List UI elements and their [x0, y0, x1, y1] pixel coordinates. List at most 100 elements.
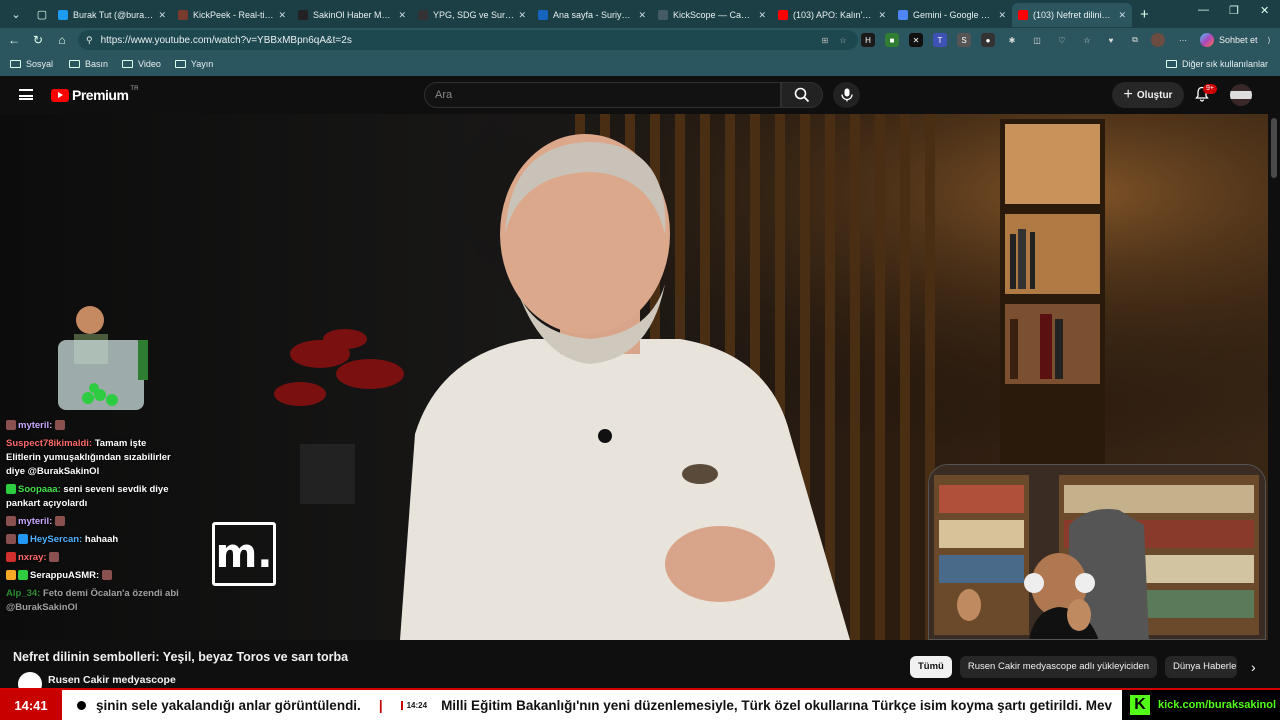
copilot-chat-button[interactable]: Sohbet et	[1200, 33, 1258, 47]
tab-close-icon[interactable]: ✕	[398, 10, 406, 21]
microphone-icon	[840, 88, 853, 102]
tab-title: Gemini - Google Yapay	[913, 10, 994, 20]
notification-badge: 9+	[1203, 84, 1217, 94]
reload-icon[interactable]: ↻	[26, 33, 50, 47]
scrollbar-thumb[interactable]	[1271, 118, 1277, 178]
page-scrollbar[interactable]	[1268, 114, 1280, 684]
bookmark-folder-video[interactable]: Video	[122, 59, 161, 69]
extension-h-icon[interactable]: H	[861, 33, 875, 47]
browser-tab[interactable]: Ana sayfa - Suriye Arap✕	[532, 3, 652, 27]
url-field[interactable]: ⚲ https://www.youtube.com/watch?v=YBBxMB…	[78, 30, 858, 50]
tab-close-icon[interactable]: ✕	[158, 10, 166, 21]
more-menu-icon[interactable]: ⋯	[1176, 33, 1190, 47]
tab-favicon-icon	[898, 10, 908, 20]
webcam-scene	[929, 465, 1265, 639]
youtube-logo[interactable]: Premium TR	[51, 86, 138, 103]
restore-icon[interactable]: ❐	[1229, 4, 1239, 17]
chip-world-news[interactable]: Dünya Haberleri	[1164, 656, 1237, 678]
other-bookmarks-label: Diğer sık kullanılanlar	[1181, 59, 1268, 69]
chip-all[interactable]: Tümü	[910, 656, 952, 678]
browser-tab[interactable]: KickPeek - Real-time UI✕	[172, 3, 292, 27]
browser-tab[interactable]: SakinOl Haber Merkezi✕	[292, 3, 412, 27]
bookmark-label: Yayın	[190, 59, 214, 69]
tab-close-icon[interactable]: ✕	[878, 10, 886, 21]
folder-icon	[69, 60, 81, 68]
tab-close-icon[interactable]: ✕	[998, 10, 1006, 21]
search-icon	[794, 87, 810, 103]
chat-emote-icon	[54, 420, 65, 431]
extension-dot-icon[interactable]: ●	[981, 33, 995, 47]
folder-icon	[174, 60, 186, 68]
site-info-icon[interactable]: ⚲	[86, 35, 93, 46]
search-button[interactable]	[781, 82, 823, 108]
extension-green-icon[interactable]: ■	[885, 33, 899, 47]
browser-tab[interactable]: Gemini - Google Yapay ✕	[892, 3, 1012, 27]
ticker-separator: |	[378, 697, 383, 713]
tab-close-icon[interactable]: ✕	[518, 10, 526, 21]
browser-tab[interactable]: YPG, SDG ve Suriye Sav✕	[412, 3, 532, 27]
split-screen-icon[interactable]: ◫	[1030, 33, 1044, 47]
chat-emote-icon	[49, 552, 60, 563]
folder-icon	[122, 60, 134, 68]
account-avatar[interactable]	[1230, 84, 1252, 106]
minimize-icon[interactable]: —	[1198, 4, 1209, 16]
browser-essentials-icon[interactable]: ♡	[1055, 33, 1069, 47]
tab-close-icon[interactable]: ✕	[1118, 10, 1126, 21]
extension-translate-icon[interactable]: T	[933, 33, 947, 47]
video-player[interactable]: m. myteril: Suspect78ikimaldi: Tamam işt…	[0, 114, 1268, 640]
chat-message: myteril:	[6, 419, 181, 433]
browser-tab[interactable]: KickScope — Canlı İzle ✕	[652, 3, 772, 27]
tab-favicon-icon	[538, 10, 548, 20]
ticker-clock: 14:41	[0, 690, 62, 720]
tab-close-icon[interactable]: ✕	[278, 10, 286, 21]
kick-logo-icon: K	[1130, 695, 1150, 715]
tab-close-icon[interactable]: ✕	[758, 10, 766, 21]
browser-tab[interactable]: Burak Tut (@buraksakinol) ✕	[52, 3, 172, 27]
voice-search-button[interactable]	[833, 82, 860, 108]
chat-username: nxray:	[18, 552, 47, 563]
profile-avatar-icon[interactable]	[1151, 33, 1165, 47]
tab-favicon-icon	[58, 10, 68, 20]
search-input[interactable]: Ara	[424, 82, 781, 108]
bookmark-folder-yayin[interactable]: Yayın	[174, 59, 214, 69]
sidebar-toggle-icon[interactable]: ⟩	[1262, 33, 1276, 47]
back-icon[interactable]: ←	[2, 33, 26, 47]
favorites-icon[interactable]: ☆	[1080, 33, 1094, 47]
other-bookmarks-folder[interactable]: Diğer sık kullanılanlar	[1165, 59, 1268, 69]
create-button[interactable]: + Oluştur	[1112, 82, 1184, 108]
ticker-item: şinin sele yakalandığı anlar görüntülend…	[96, 697, 361, 713]
chevron-right-icon[interactable]: ›	[1251, 659, 1256, 675]
bookmark-folder-sosyal[interactable]: Sosyal	[10, 59, 53, 69]
app-available-icon[interactable]: ⊞	[818, 33, 832, 47]
tab-title: Ana sayfa - Suriye Arap	[553, 10, 635, 20]
chat-badge-icon	[18, 534, 28, 545]
chat-username: Alp_34:	[6, 588, 41, 599]
tab-title: SakinOl Haber Merkezi	[313, 10, 395, 20]
browser-tab[interactable]: (103) Nefret dilinin sem ✕	[1012, 3, 1132, 27]
chip-uploader[interactable]: Rusen Cakir medyascope adlı yükleyiciden	[959, 656, 1157, 678]
chat-username: HeySercan:	[30, 534, 83, 545]
extension-s-icon[interactable]: S	[957, 33, 971, 47]
channel-name[interactable]: Rusen Cakir medyascope	[48, 674, 176, 686]
home-icon[interactable]: ⌂	[50, 33, 74, 47]
extension-x-icon[interactable]: ✕	[909, 33, 923, 47]
chat-emote-icon	[54, 516, 65, 527]
chat-badge-icon	[6, 570, 16, 581]
url-text: https://www.youtube.com/watch?v=YBBxMBpn…	[100, 34, 352, 46]
tab-close-icon[interactable]: ✕	[638, 10, 646, 21]
bookmark-folder-basin[interactable]: Basın	[69, 59, 108, 69]
kick-url: kick.com/buraksakinol	[1158, 699, 1276, 711]
close-window-icon[interactable]: ✕	[1260, 4, 1269, 17]
new-tab-button[interactable]: +	[1140, 6, 1149, 23]
address-bar-row: ← ↻ ⌂ ⚲ https://www.youtube.com/watch?v=…	[0, 28, 1280, 52]
tab-list-chevron-icon[interactable]: ⌄	[6, 4, 26, 24]
workspaces-icon[interactable]: ▢	[32, 4, 52, 24]
bookmark-label: Video	[138, 59, 161, 69]
menu-icon[interactable]	[19, 89, 33, 100]
chat-badge-icon	[18, 570, 28, 581]
favorite-star-icon[interactable]: ☆	[836, 33, 850, 47]
extensions-icon[interactable]: ✱	[1005, 33, 1019, 47]
collections-icon[interactable]: ⧉	[1128, 33, 1142, 47]
heart-icon[interactable]: ♥	[1104, 33, 1118, 47]
browser-tab[interactable]: (103) APO: Kalın'dan ✕	[772, 3, 892, 27]
